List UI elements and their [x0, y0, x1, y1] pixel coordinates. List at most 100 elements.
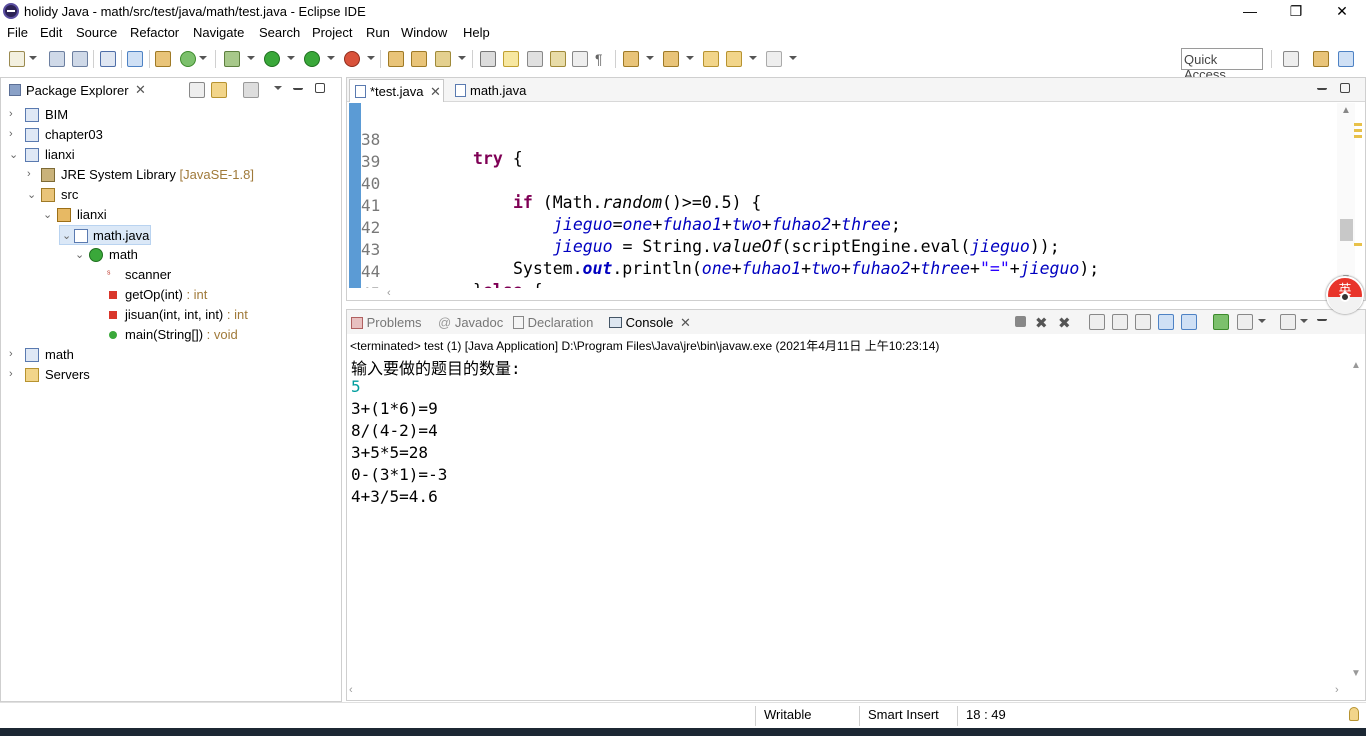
- coverage-icon[interactable]: [304, 51, 320, 67]
- minimize-editor-icon[interactable]: [1317, 80, 1327, 90]
- pilcrow-icon[interactable]: ¶: [595, 51, 611, 67]
- prev-annotation-dropdown-icon[interactable]: [686, 56, 694, 60]
- open-perspective-icon[interactable]: [1283, 51, 1299, 67]
- console-vertical-scrollbar[interactable]: ▲ ▼: [1349, 360, 1363, 680]
- tab-test-java[interactable]: *test.java ✕: [349, 79, 444, 102]
- external-tools-icon[interactable]: [344, 51, 360, 67]
- menu-search[interactable]: Search: [259, 25, 300, 40]
- editor-horizontal-scrollbar[interactable]: ‹: [387, 287, 1347, 299]
- collapse-all-icon[interactable]: [189, 82, 205, 98]
- overview-ruler[interactable]: [1352, 103, 1364, 288]
- select-pointer-icon[interactable]: [127, 51, 143, 67]
- refresh-dropdown-icon[interactable]: [199, 56, 207, 60]
- block-select-icon[interactable]: [527, 51, 543, 67]
- maximize-view-icon[interactable]: [315, 83, 325, 93]
- expand-arrow-icon[interactable]: ›: [9, 348, 19, 360]
- status-insert-mode[interactable]: Smart Insert: [859, 706, 957, 726]
- menu-window[interactable]: Window: [401, 25, 447, 40]
- scroll-right-icon[interactable]: ›: [1335, 684, 1339, 696]
- next-annotation-dropdown-icon[interactable]: [646, 56, 654, 60]
- code-editor[interactable]: 38 try { 39 40 if (Math.random()>=0.5) {…: [347, 103, 1337, 288]
- expand-arrow-icon[interactable]: ›: [27, 168, 37, 180]
- open-console-icon[interactable]: [1280, 314, 1296, 330]
- close-tab-icon[interactable]: ✕: [430, 84, 441, 100]
- forward-dropdown-icon[interactable]: [789, 56, 797, 60]
- annotation-marker[interactable]: [1354, 135, 1362, 138]
- menu-refactor[interactable]: Refactor: [130, 25, 179, 40]
- back-arrow-icon[interactable]: [726, 51, 742, 67]
- menu-project[interactable]: Project: [312, 25, 352, 40]
- run-icon[interactable]: [264, 51, 280, 67]
- back-dropdown-icon[interactable]: [749, 56, 757, 60]
- console-output[interactable]: 输入要做的题目的数量: 5 3+(1*6)=9 8/(4-2)=4 3+5*5=…: [351, 355, 521, 509]
- expand-arrow-icon[interactable]: ›: [9, 128, 19, 140]
- minimize-view-icon[interactable]: [293, 80, 303, 90]
- pin-console-icon[interactable]: [1213, 314, 1229, 330]
- minimize-console-icon[interactable]: [1317, 311, 1327, 321]
- terminate-icon[interactable]: [1015, 316, 1026, 327]
- close-window-button[interactable]: ✕: [1319, 0, 1365, 22]
- collapse-arrow-icon[interactable]: ⌄: [75, 248, 85, 261]
- expand-arrow-icon[interactable]: ›: [9, 368, 19, 380]
- save-all-icon[interactable]: [72, 51, 88, 67]
- tab-declaration[interactable]: Declaration: [513, 315, 593, 330]
- tab-javadoc[interactable]: @ Javadoc: [438, 315, 503, 330]
- external-tools-dropdown-icon[interactable]: [367, 56, 375, 60]
- last-edit-icon[interactable]: [703, 51, 719, 67]
- close-tab-icon[interactable]: ✕: [680, 315, 691, 330]
- menu-edit[interactable]: Edit: [40, 25, 62, 40]
- menu-navigate[interactable]: Navigate: [193, 25, 244, 40]
- search-icon[interactable]: [480, 51, 496, 67]
- menu-file[interactable]: File: [7, 25, 28, 40]
- collapse-arrow-icon[interactable]: ⌄: [27, 188, 37, 201]
- highlight-icon[interactable]: [503, 51, 519, 67]
- tree-item-math-java[interactable]: ⌄ math.java: [59, 225, 151, 245]
- new-icon[interactable]: [9, 51, 25, 67]
- lightbulb-icon[interactable]: [1349, 707, 1359, 721]
- refresh-icon[interactable]: [180, 51, 196, 67]
- menu-help[interactable]: Help: [463, 25, 490, 40]
- scroll-up-icon[interactable]: ▲: [1341, 105, 1351, 116]
- remove-launch-icon[interactable]: ✖: [1035, 314, 1051, 332]
- prev-annotation-icon[interactable]: [663, 51, 679, 67]
- view-menu-icon[interactable]: [274, 86, 282, 90]
- display-console-dropdown-icon[interactable]: [1258, 319, 1266, 323]
- pen-dropdown-icon[interactable]: [458, 56, 466, 60]
- show-whitespace-icon[interactable]: [572, 51, 588, 67]
- console-toggle-icon[interactable]: [100, 51, 116, 67]
- menu-source[interactable]: Source: [76, 25, 117, 40]
- ime-indicator[interactable]: 英: [1326, 276, 1364, 314]
- java-ee-perspective-icon[interactable]: [1313, 51, 1329, 67]
- debug-dropdown-icon[interactable]: [247, 56, 255, 60]
- new-dropdown-icon[interactable]: [29, 56, 37, 60]
- collapse-arrow-icon[interactable]: ⌄: [9, 148, 19, 161]
- open-type-icon[interactable]: [388, 51, 404, 67]
- word-wrap-icon[interactable]: [1135, 314, 1151, 330]
- scroll-up-icon[interactable]: ▲: [1351, 360, 1361, 371]
- pen-icon[interactable]: [435, 51, 451, 67]
- collapse-arrow-icon[interactable]: ⌄: [43, 208, 53, 221]
- annotation-marker[interactable]: [1354, 129, 1362, 132]
- tab-console[interactable]: Console ✕: [609, 315, 691, 331]
- collapse-arrow-icon[interactable]: ⌄: [62, 229, 72, 242]
- scroll-down-icon[interactable]: ▼: [1351, 668, 1361, 679]
- package-icon[interactable]: [155, 51, 171, 67]
- scroll-lock-icon[interactable]: [1112, 314, 1128, 330]
- mark-icon[interactable]: [550, 51, 566, 67]
- package-explorer-title[interactable]: Package Explorer: [26, 83, 129, 98]
- save-icon[interactable]: [49, 51, 65, 67]
- remove-all-icon[interactable]: ✖: [1058, 314, 1074, 332]
- close-view-icon[interactable]: ✕: [135, 82, 146, 98]
- quick-access-field[interactable]: Quick Access: [1181, 48, 1263, 82]
- tab-problems[interactable]: Problems: [351, 315, 422, 330]
- maximize-editor-icon[interactable]: [1340, 83, 1350, 93]
- open-folder-icon[interactable]: [411, 51, 427, 67]
- open-console-dropdown-icon[interactable]: [1300, 319, 1308, 323]
- link-editor-icon[interactable]: [211, 82, 227, 98]
- show-on-stdout-icon[interactable]: [1158, 314, 1174, 330]
- run-dropdown-icon[interactable]: [287, 56, 295, 60]
- minimize-button[interactable]: —: [1227, 0, 1273, 22]
- console-horizontal-scrollbar[interactable]: ‹ ›: [349, 684, 1349, 698]
- expand-arrow-icon[interactable]: ›: [9, 108, 19, 120]
- menu-run[interactable]: Run: [366, 25, 390, 40]
